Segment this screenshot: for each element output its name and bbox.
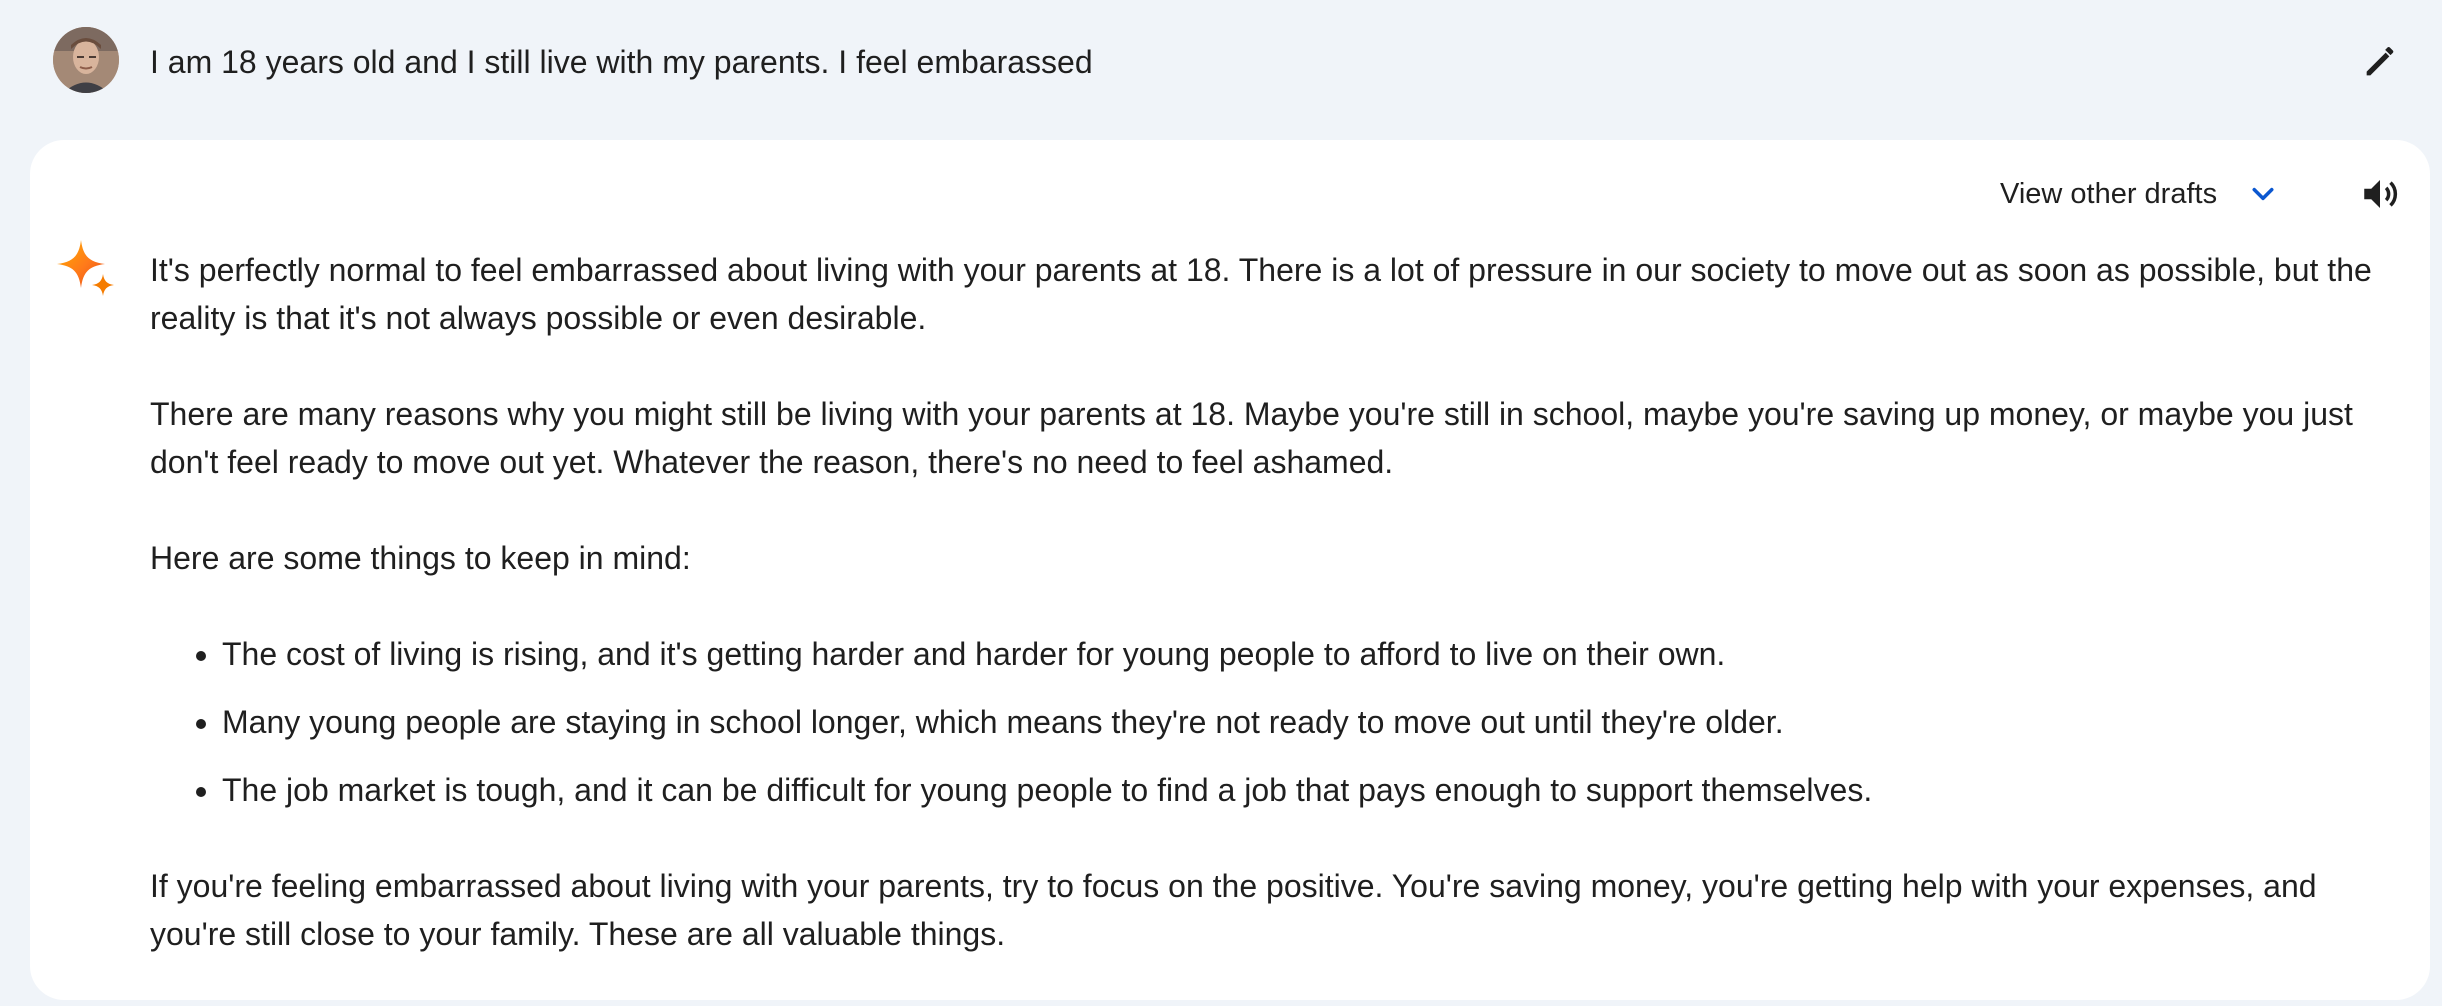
prompt-row: I am 18 years old and I still live with … xyxy=(0,0,2442,124)
user-avatar[interactable] xyxy=(53,27,119,93)
response-paragraph: There are many reasons why you might sti… xyxy=(150,396,2353,480)
response-card: View other drafts It's perfectly normal … xyxy=(30,140,2430,1000)
response-paragraph: Here are some things to keep in mind: xyxy=(150,540,691,576)
read-aloud-button[interactable] xyxy=(2352,166,2408,222)
bullet-item: The job market is tough, and it can be d… xyxy=(222,766,2380,814)
response-closing-paragraph: If you're feeling embarrassed about livi… xyxy=(150,868,2317,952)
user-prompt-text: I am 18 years old and I still live with … xyxy=(150,44,1093,80)
sparkle-icon xyxy=(56,238,118,300)
chevron-down-icon xyxy=(2245,176,2281,212)
bullet-item: The cost of living is rising, and it's g… xyxy=(222,630,2380,678)
response-paragraph: It's perfectly normal to feel embarrasse… xyxy=(150,252,2372,336)
view-other-drafts-button[interactable]: View other drafts xyxy=(2000,166,2281,222)
assistant-response: It's perfectly normal to feel embarrasse… xyxy=(150,246,2380,1006)
pencil-icon xyxy=(2366,47,2394,76)
drafts-label: View other drafts xyxy=(2000,177,2218,210)
bullet-item: Many young people are staying in school … xyxy=(222,698,2380,746)
edit-prompt-button[interactable] xyxy=(2356,38,2404,86)
volume-icon xyxy=(2364,180,2398,208)
response-bullet-list: The cost of living is rising, and it's g… xyxy=(150,630,2380,814)
